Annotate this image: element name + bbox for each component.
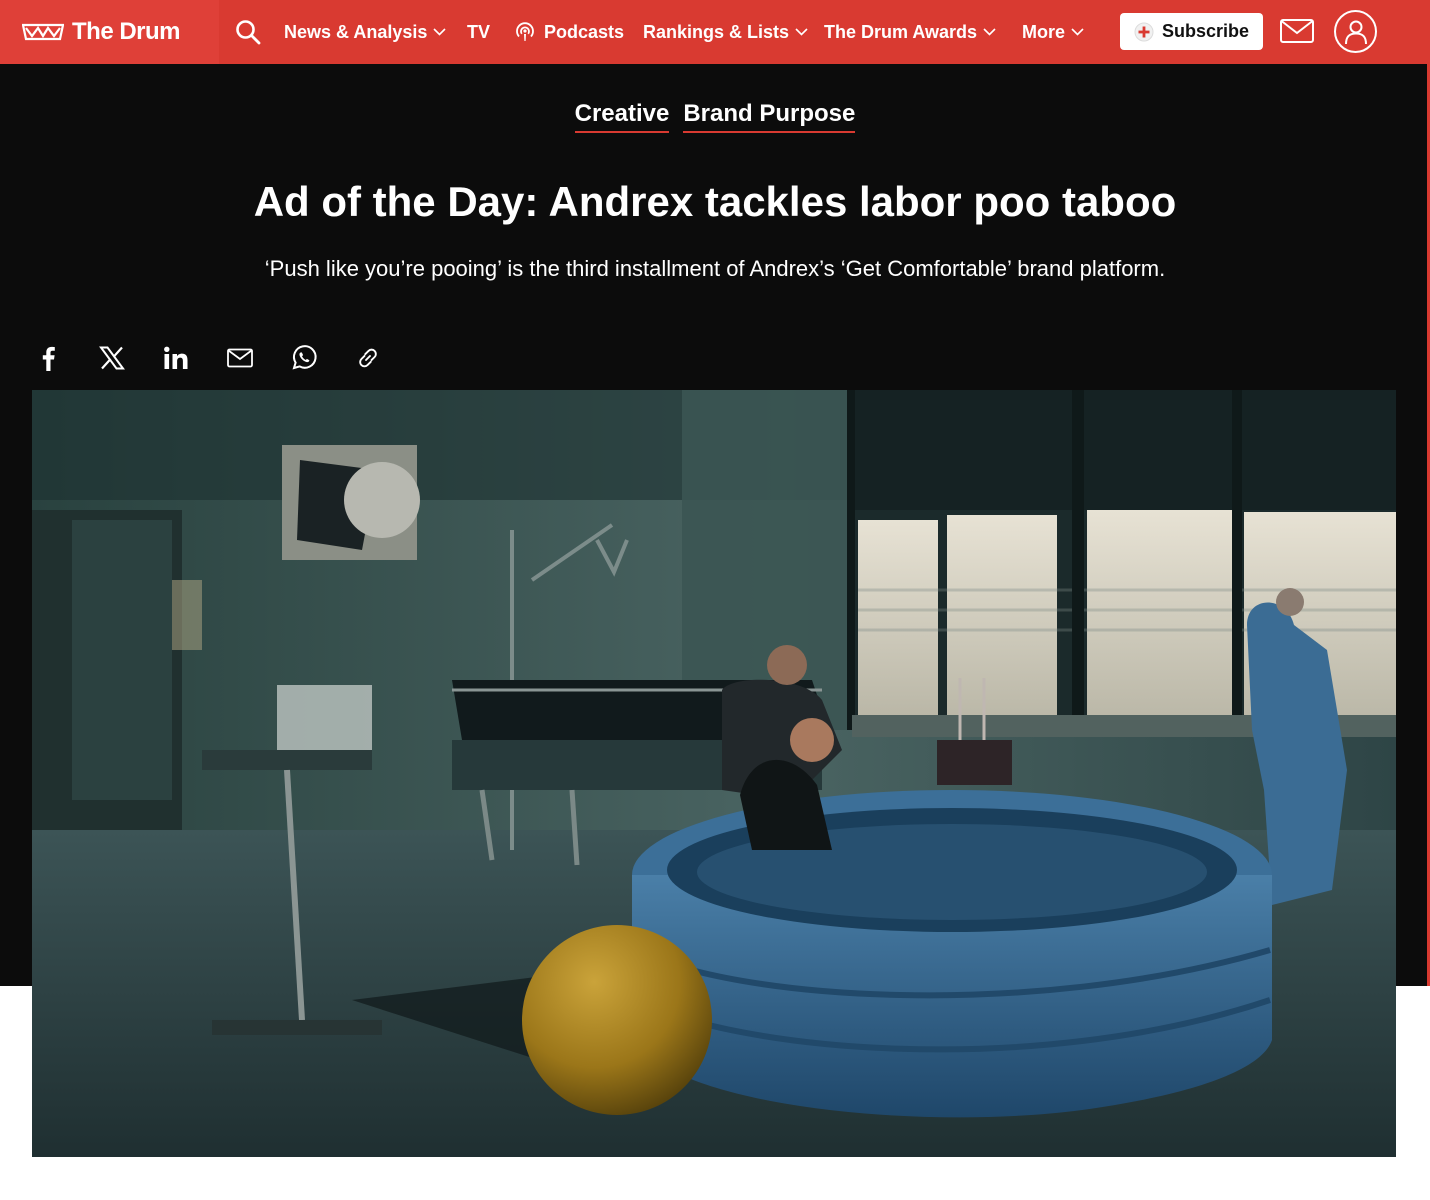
newsletter-button[interactable] [1279,16,1315,46]
nav-drum-awards[interactable]: The Drum Awards [824,0,996,64]
nav-tv-label: TV [467,21,491,42]
mail-icon [1280,19,1314,43]
search-button[interactable] [234,18,262,46]
nav-news-analysis[interactable]: News & Analysis [284,0,446,64]
account-button[interactable] [1334,10,1377,53]
link-icon [359,348,377,368]
nav-more-label: More [1022,21,1066,42]
article-hero-image [32,390,1396,1157]
tag-creative[interactable]: Creative [574,100,670,133]
drum-logo-icon [22,23,64,41]
nav-rankings-lists[interactable]: Rankings & Lists [643,0,808,64]
share-linkedin-button[interactable] [160,342,192,374]
chevron-down-icon [1071,28,1084,36]
chevron-down-icon [795,28,808,36]
share-whatsapp-button[interactable] [288,342,320,374]
article-tags: Creative Brand Purpose [0,100,1430,133]
share-email-button[interactable] [224,342,256,374]
subscribe-label: Subscribe [1161,21,1250,41]
logo-text: The Drum [72,18,181,45]
search-icon [236,20,261,45]
site-logo[interactable]: The Drum [0,0,219,64]
linkedin-icon [164,346,188,369]
user-icon [1344,20,1367,44]
x-icon [99,346,125,370]
chevron-down-icon [433,28,446,36]
facebook-icon [42,346,55,371]
nav-podcasts-label: Podcasts [544,21,625,42]
plus-badge-icon [1134,22,1154,42]
nav-drum-awards-label: The Drum Awards [824,21,978,42]
top-navigation: The Drum News & Analysis TV Podcasts Ran… [0,0,1430,64]
subscribe-button[interactable]: Subscribe [1120,13,1263,50]
share-facebook-button[interactable] [32,342,64,374]
tag-brand-purpose[interactable]: Brand Purpose [683,100,856,133]
share-copy-link-button[interactable] [352,342,384,374]
nav-rankings-lists-label: Rankings & Lists [643,21,790,42]
article-standfirst: ‘Push like you’re pooing’ is the third i… [264,256,1166,281]
chevron-down-icon [983,28,996,36]
share-x-button[interactable] [96,342,128,374]
nav-news-analysis-label: News & Analysis [284,21,428,42]
email-icon [227,348,253,368]
podcast-icon [516,22,534,41]
nav-tv[interactable]: TV [467,0,490,64]
nav-more[interactable]: More [1022,0,1084,64]
article-headline: Ad of the Day: Andrex tackles labor poo … [253,178,1177,225]
nav-podcasts[interactable]: Podcasts [514,0,624,64]
whatsapp-icon [292,345,317,370]
